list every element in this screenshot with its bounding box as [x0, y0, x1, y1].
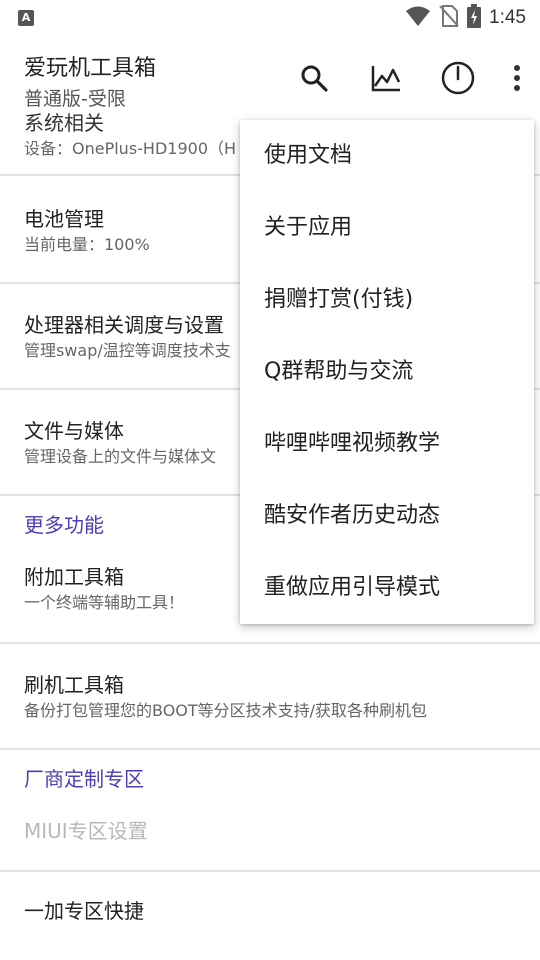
no-sim-icon — [439, 4, 459, 32]
app-subtitle: 普通版-受限 — [24, 88, 126, 110]
app-title: 爱玩机工具箱 — [24, 56, 157, 81]
battery-charging-icon — [467, 4, 482, 32]
list-item-title: MIUI专区设置 — [24, 819, 148, 843]
app-bar-actions — [278, 36, 540, 120]
menu-item-about[interactable]: 关于应用 — [240, 192, 534, 264]
list-item-title: 刷机工具箱 — [24, 673, 124, 697]
list-item-subtitle: 备份打包管理您的BOOT等分区技术支持/获取各种刷机包 — [24, 701, 428, 720]
more-options-button[interactable] — [494, 36, 540, 120]
section-header-vendor: 厂商定制专区 — [24, 767, 144, 791]
more-vert-icon — [514, 65, 520, 91]
status-time: 1:45 — [489, 7, 526, 28]
menu-item-redo-guide[interactable]: 重做应用引导模式 — [240, 552, 534, 624]
status-icons: 1:45 — [405, 4, 526, 32]
search-icon — [301, 65, 328, 92]
search-button[interactable] — [278, 36, 350, 120]
chart-button[interactable] — [350, 36, 422, 120]
menu-item-qq-group[interactable]: Q群帮助与交流 — [240, 336, 534, 408]
list-item-title: 一加专区快捷 — [24, 899, 144, 923]
list-item-miui: MIUI专区设置 — [0, 800, 540, 872]
menu-item-coolapk[interactable]: 酷安作者历史动态 — [240, 480, 534, 552]
chart-icon — [371, 66, 401, 92]
list-item-oneplus[interactable]: 一加专区快捷 — [0, 872, 540, 952]
power-icon — [441, 61, 475, 95]
power-button[interactable] — [422, 36, 494, 120]
menu-item-bilibili[interactable]: 哔哩哔哩视频教学 — [240, 408, 534, 480]
app-bar: 爱玩机工具箱 普通版-受限 — [0, 36, 540, 120]
menu-item-docs[interactable]: 使用文档 — [240, 120, 534, 192]
list-item-flash-tools[interactable]: 刷机工具箱 备份打包管理您的BOOT等分区技术支持/获取各种刷机包 — [0, 644, 540, 750]
status-bar: A 1:45 — [0, 0, 540, 36]
menu-item-donate[interactable]: 捐赠打赏(付钱) — [240, 264, 534, 336]
overflow-menu: 使用文档 关于应用 捐赠打赏(付钱) Q群帮助与交流 哔哩哔哩视频教学 酷安作者… — [240, 120, 534, 624]
notification-a-icon: A — [18, 10, 34, 26]
wifi-icon — [405, 5, 431, 31]
